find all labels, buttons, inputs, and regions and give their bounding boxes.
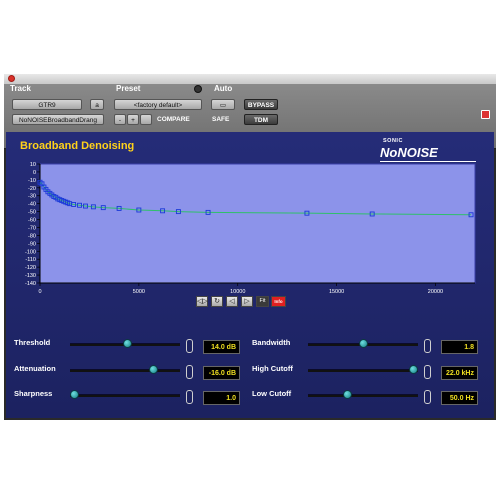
safe-button[interactable]: SAFE bbox=[212, 116, 229, 123]
logo-underline bbox=[380, 161, 476, 162]
threshold-automation-icon[interactable] bbox=[186, 339, 193, 353]
sharpness-value[interactable]: 1.0 bbox=[203, 391, 240, 405]
attenuation-label: Attenuation bbox=[14, 364, 56, 373]
bandwidth-slider-knob[interactable] bbox=[358, 339, 368, 348]
attenuation-value[interactable]: -16.0 dB bbox=[203, 366, 240, 380]
bandwidth-automation-icon[interactable] bbox=[424, 339, 431, 353]
bypass-button[interactable]: BYPASS bbox=[244, 99, 278, 110]
preset-next-button[interactable]: + bbox=[127, 114, 139, 125]
sharpness-automation-icon[interactable] bbox=[186, 390, 193, 404]
preset-librarian-icon[interactable] bbox=[140, 114, 152, 125]
plugin-background bbox=[6, 132, 494, 418]
bandwidth-label: Bandwidth bbox=[252, 338, 291, 347]
preset-prev-button[interactable]: - bbox=[114, 114, 126, 125]
scroll-right-icon[interactable]: ▷ bbox=[241, 296, 253, 307]
high-cutoff-slider[interactable] bbox=[308, 369, 418, 372]
threshold-slider-knob[interactable] bbox=[122, 339, 132, 348]
track-section-label: Track bbox=[10, 84, 31, 93]
tdm-button[interactable]: TDM bbox=[244, 114, 278, 125]
logo-nonoise: NoNOISE bbox=[380, 145, 438, 160]
preset-selector[interactable]: <factory default> bbox=[114, 99, 202, 110]
low-cutoff-label: Low Cutoff bbox=[252, 389, 292, 398]
high-cutoff-label: High Cutoff bbox=[252, 364, 293, 373]
automation-icon[interactable]: ▭ bbox=[211, 99, 235, 110]
plugin-title: Broadband Denoising bbox=[20, 140, 135, 152]
scroll-left-icon[interactable]: ◁ bbox=[226, 296, 238, 307]
preset-section-label: Preset bbox=[116, 84, 141, 93]
plugin-settings-icon[interactable] bbox=[481, 110, 490, 119]
preset-menu-icon[interactable] bbox=[194, 85, 202, 93]
auto-section-label: Auto bbox=[214, 84, 233, 93]
high-cutoff-slider-knob[interactable] bbox=[409, 365, 418, 374]
low-cutoff-slider[interactable] bbox=[308, 394, 418, 397]
bandwidth-value[interactable]: 1.8 bbox=[441, 340, 478, 354]
insert-selector[interactable]: NoNOISEBroadbandDrang bbox=[12, 114, 104, 125]
info-button[interactable]: Info bbox=[271, 296, 286, 307]
sharpness-slider-knob[interactable] bbox=[70, 390, 79, 399]
track-group-button[interactable]: a bbox=[90, 99, 104, 110]
fit-button[interactable]: Fit bbox=[256, 296, 269, 307]
threshold-label: Threshold bbox=[14, 338, 51, 347]
track-selector[interactable]: GTR9 bbox=[12, 99, 82, 110]
low-cutoff-value[interactable]: 50.0 Hz bbox=[441, 391, 478, 405]
refresh-icon[interactable]: ↻ bbox=[211, 296, 223, 307]
close-icon[interactable] bbox=[8, 75, 15, 82]
sharpness-label: Sharpness bbox=[14, 389, 53, 398]
high-cutoff-automation-icon[interactable] bbox=[424, 365, 431, 379]
high-cutoff-value[interactable]: 22.0 kHz bbox=[441, 366, 478, 380]
threshold-value[interactable]: 14.0 dB bbox=[203, 340, 240, 354]
attenuation-automation-icon[interactable] bbox=[186, 365, 193, 379]
title-bar bbox=[4, 74, 496, 84]
attenuation-slider-knob[interactable] bbox=[148, 365, 158, 374]
zoom-fit-icon[interactable]: ◁▷ bbox=[196, 296, 208, 307]
attenuation-slider[interactable] bbox=[70, 369, 180, 372]
sharpness-slider[interactable] bbox=[70, 394, 180, 397]
logo-sonic: SONIC bbox=[383, 138, 403, 144]
low-cutoff-automation-icon[interactable] bbox=[424, 390, 431, 404]
compare-button[interactable]: COMPARE bbox=[157, 116, 190, 123]
